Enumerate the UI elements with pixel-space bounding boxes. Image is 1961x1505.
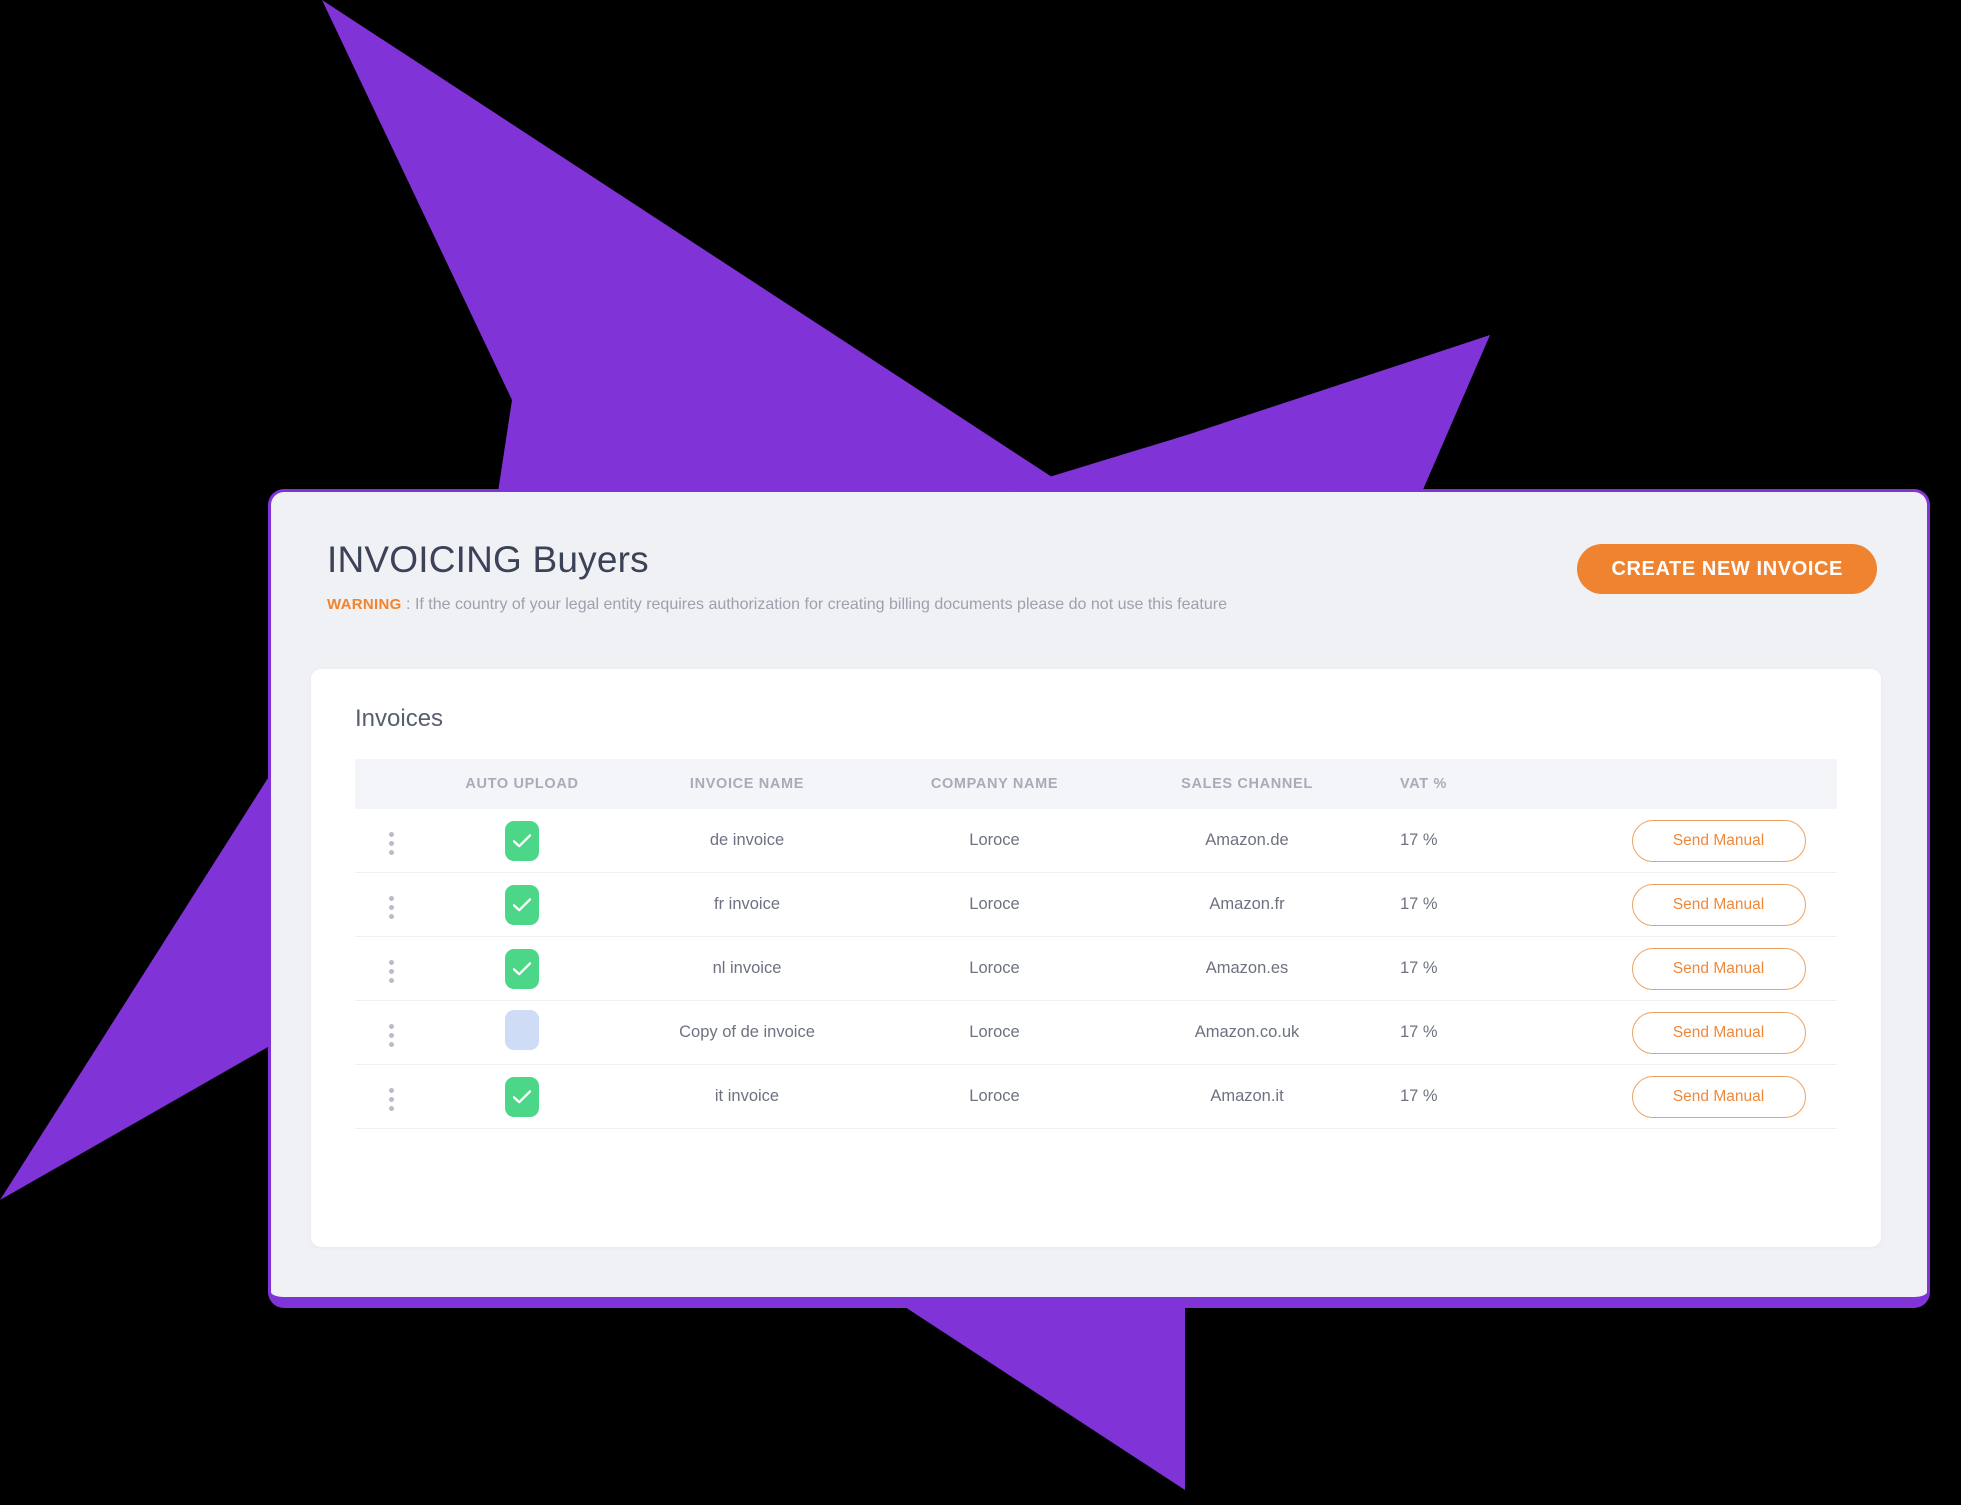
sales-channel-cell: Amazon.es	[1112, 936, 1382, 1001]
action-cell: Send Manual	[1600, 1000, 1837, 1065]
warning-separator: :	[401, 595, 415, 613]
column-header-menu	[355, 759, 427, 809]
warning-text: If the country of your legal entity requ…	[414, 595, 1227, 613]
kebab-menu-icon[interactable]	[379, 828, 403, 858]
auto-upload-checkbox[interactable]	[505, 820, 539, 861]
kebab-dot	[388, 1023, 394, 1029]
purple-spike-bottom	[905, 1307, 1185, 1490]
kebab-dot	[388, 968, 394, 974]
kebab-menu-icon[interactable]	[379, 1020, 403, 1050]
table-row: de invoice Loroce Amazon.de 17 % Send Manual	[355, 809, 1837, 873]
column-header-invoice-name: INVOICE NAME	[617, 759, 877, 809]
company-name-cell: Loroce	[877, 872, 1112, 937]
invoices-table-head: AUTO UPLOAD INVOICE NAME COMPANY NAME SA…	[355, 759, 1837, 809]
column-header-sales-channel: SALES CHANNEL	[1112, 759, 1382, 809]
invoice-name-cell: de invoice	[617, 809, 877, 873]
panel-header: INVOICING Buyers WARNING : If the countr…	[271, 492, 1927, 644]
vat-cell: 17 %	[1382, 872, 1600, 937]
auto-upload-checkbox[interactable]	[505, 884, 539, 925]
warning-message: WARNING : If the country of your legal e…	[327, 593, 1237, 617]
action-cell: Send Manual	[1600, 872, 1837, 937]
row-menu-cell	[355, 809, 427, 873]
purple-wedge-top-right	[1000, 335, 1490, 492]
row-menu-cell	[355, 936, 427, 1001]
auto-upload-cell	[427, 1064, 617, 1129]
kebab-dot	[388, 1087, 394, 1093]
warning-label: WARNING	[327, 595, 402, 613]
table-row: it invoice Loroce Amazon.it 17 % Send Manual	[355, 1064, 1837, 1129]
kebab-dot	[388, 959, 394, 965]
auto-upload-cell	[427, 872, 617, 937]
invoices-card-title: Invoices	[355, 705, 444, 732]
invoice-name-cell: it invoice	[617, 1064, 877, 1129]
invoicing-panel: INVOICING Buyers WARNING : If the countr…	[268, 489, 1930, 1308]
column-header-company-name: COMPANY NAME	[877, 759, 1112, 809]
send-manual-button[interactable]: Send Manual	[1631, 1075, 1806, 1118]
sales-channel-cell: Amazon.co.uk	[1112, 1000, 1382, 1065]
kebab-menu-icon[interactable]	[379, 892, 403, 922]
action-cell: Send Manual	[1600, 936, 1837, 1001]
check-icon	[512, 961, 532, 975]
kebab-dot	[388, 849, 394, 855]
vat-cell: 17 %	[1382, 1000, 1600, 1065]
send-manual-button[interactable]: Send Manual	[1631, 1011, 1806, 1054]
auto-upload-checkbox[interactable]	[505, 1076, 539, 1117]
invoices-table: AUTO UPLOAD INVOICE NAME COMPANY NAME SA…	[355, 759, 1837, 1129]
auto-upload-checkbox[interactable]	[505, 1010, 539, 1050]
action-cell: Send Manual	[1600, 1064, 1837, 1129]
send-manual-button[interactable]: Send Manual	[1631, 947, 1806, 990]
vat-cell: 17 %	[1382, 936, 1600, 1001]
invoice-name-cell: nl invoice	[617, 936, 877, 1001]
kebab-dot	[388, 904, 394, 910]
column-header-auto-upload: AUTO UPLOAD	[427, 759, 617, 809]
action-cell: Send Manual	[1600, 809, 1837, 873]
invoices-card: Invoices AUTO UPLOAD INVOICE NAME COMPAN…	[311, 669, 1881, 1247]
vat-cell: 17 %	[1382, 1064, 1600, 1129]
kebab-dot	[388, 1096, 394, 1102]
table-row: Copy of de invoice Loroce Amazon.co.uk 17 %…	[355, 1000, 1837, 1065]
company-name-cell: Loroce	[877, 936, 1112, 1001]
kebab-menu-icon[interactable]	[379, 956, 403, 986]
kebab-dot	[388, 1041, 394, 1047]
send-manual-button[interactable]: Send Manual	[1631, 819, 1806, 862]
auto-upload-checkbox[interactable]	[505, 948, 539, 989]
vat-cell: 17 %	[1382, 809, 1600, 873]
kebab-menu-icon[interactable]	[379, 1084, 403, 1114]
company-name-cell: Loroce	[877, 809, 1112, 873]
kebab-dot	[388, 840, 394, 846]
purple-spike-left	[0, 778, 268, 1200]
kebab-dot	[388, 977, 394, 983]
table-header-row: AUTO UPLOAD INVOICE NAME COMPANY NAME SA…	[355, 759, 1837, 809]
row-menu-cell	[355, 872, 427, 937]
check-icon	[512, 897, 532, 911]
row-menu-cell	[355, 1064, 427, 1129]
company-name-cell: Loroce	[877, 1000, 1112, 1065]
invoices-table-body: de invoice Loroce Amazon.de 17 % Send Manual…	[355, 809, 1837, 1129]
column-header-vat: VAT %	[1382, 759, 1600, 809]
invoice-name-cell: fr invoice	[617, 872, 877, 937]
kebab-dot	[388, 1105, 394, 1111]
sales-channel-cell: Amazon.it	[1112, 1064, 1382, 1129]
table-row: nl invoice Loroce Amazon.es 17 % Send Manual	[355, 936, 1837, 1001]
send-manual-button[interactable]: Send Manual	[1631, 883, 1806, 926]
sales-channel-cell: Amazon.de	[1112, 809, 1382, 873]
purple-spike-top-middle	[1190, 335, 1490, 492]
purple-spike-top-left	[322, 0, 1075, 492]
kebab-dot	[388, 895, 394, 901]
auto-upload-cell	[427, 809, 617, 873]
create-new-invoice-button[interactable]: CREATE NEW INVOICE	[1577, 544, 1877, 594]
column-header-action	[1600, 759, 1837, 809]
check-icon	[512, 1089, 532, 1103]
check-icon	[512, 833, 532, 847]
kebab-dot	[388, 831, 394, 837]
kebab-dot	[388, 913, 394, 919]
auto-upload-cell	[427, 936, 617, 1001]
auto-upload-cell	[427, 1000, 617, 1065]
kebab-dot	[388, 1032, 394, 1038]
table-row: fr invoice Loroce Amazon.fr 17 % Send Manual	[355, 872, 1837, 937]
sales-channel-cell: Amazon.fr	[1112, 872, 1382, 937]
row-menu-cell	[355, 1000, 427, 1065]
company-name-cell: Loroce	[877, 1064, 1112, 1129]
invoice-name-cell: Copy of de invoice	[617, 1000, 877, 1065]
